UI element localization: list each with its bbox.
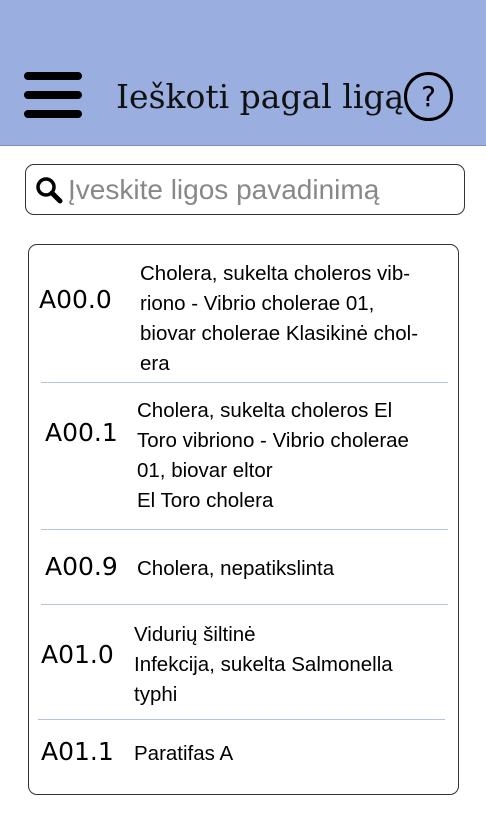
disease-code: A00.9 xyxy=(45,552,118,581)
disease-description: Cholera, sukelta choleros vib- riono - V… xyxy=(140,262,419,375)
search-icon xyxy=(32,175,66,205)
search-box[interactable] xyxy=(25,164,465,215)
list-item[interactable]: A00.0 Cholera, sukelta choleros vib- rio… xyxy=(29,245,458,383)
page-title: Ieškoti pagal ligą xyxy=(116,77,405,116)
menu-bar xyxy=(24,72,82,80)
disease-description: Cholera, nepatikslinta xyxy=(137,557,335,580)
disease-code: A00.0 xyxy=(39,285,112,314)
menu-bar xyxy=(24,110,82,118)
list-item[interactable]: A00.1 Cholera, sukelta choleros El Toro … xyxy=(29,383,458,529)
list-item[interactable]: A01.0 Vidurių šiltinė Infekcija, sukelta… xyxy=(29,605,458,720)
list-item[interactable]: A01.1 Paratifas A xyxy=(29,720,458,794)
app-header: Ieškoti pagal ligą ? xyxy=(0,0,486,146)
search-input[interactable] xyxy=(66,167,451,212)
disease-results-list: A00.0 Cholera, sukelta choleros vib- rio… xyxy=(28,244,459,795)
menu-bar xyxy=(24,91,82,99)
disease-code: A00.1 xyxy=(45,418,118,447)
disease-description: Vidurių šiltinė Infekcija, sukelta Salmo… xyxy=(134,623,393,706)
hamburger-menu-icon[interactable] xyxy=(24,72,82,118)
help-icon[interactable]: ? xyxy=(404,72,453,121)
disease-code: A01.0 xyxy=(41,640,114,669)
disease-description: Paratifas A xyxy=(134,742,234,765)
list-item[interactable]: A00.9 Cholera, nepatikslinta xyxy=(29,530,458,605)
disease-description: Cholera, sukelta choleros El Toro vibrio… xyxy=(137,399,409,512)
disease-code: A01.1 xyxy=(41,737,114,766)
